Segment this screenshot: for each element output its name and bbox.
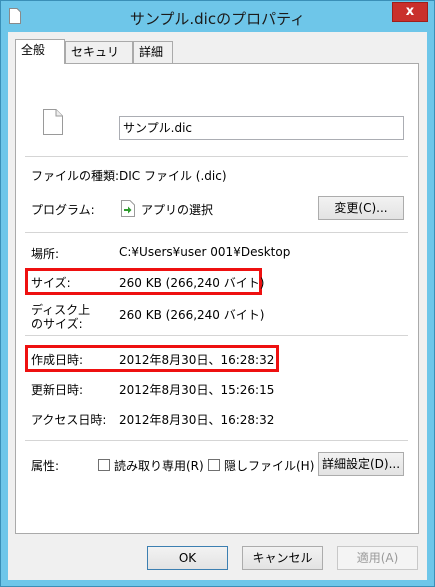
window-title: サンプル.dicのプロパティ bbox=[129, 10, 306, 28]
readonly-label[interactable]: 読み取り専用(R) bbox=[114, 457, 204, 474]
attributes-label: 属性: bbox=[31, 459, 60, 473]
general-tab-panel: サンプル.dic ファイルの種類: DIC ファイル (.dic) プログラム:… bbox=[15, 63, 419, 534]
accessed-label: アクセス日時: bbox=[31, 413, 107, 427]
tab-security[interactable]: セキュリティ bbox=[65, 41, 133, 79]
cancel-button[interactable]: キャンセル bbox=[242, 546, 323, 570]
tab-label: 詳細 bbox=[139, 45, 164, 59]
close-icon: x bbox=[405, 4, 415, 19]
location-label: 場所: bbox=[31, 247, 60, 261]
file-type-label: ファイルの種類: bbox=[31, 169, 120, 183]
created-value: 2012年8月30日、16:28:32 bbox=[119, 353, 275, 367]
modified-value: 2012年8月30日、15:26:15 bbox=[119, 383, 275, 397]
close-button[interactable]: x bbox=[392, 2, 428, 22]
separator bbox=[25, 156, 408, 157]
created-label: 作成日時: bbox=[31, 353, 84, 367]
program-label: プログラム: bbox=[31, 203, 95, 217]
disk-size-label-line2: のサイズ: bbox=[31, 317, 83, 331]
modified-label: 更新日時: bbox=[31, 383, 84, 397]
readonly-checkbox[interactable] bbox=[98, 459, 110, 471]
properties-dialog: サンプル.dicのプロパティ x 全般 セキュリティ 詳細 サンプル.dic フ… bbox=[0, 0, 435, 587]
location-value: C:¥Users¥user 001¥Desktop bbox=[119, 245, 291, 259]
change-program-button[interactable]: 変更(C)... bbox=[318, 196, 404, 220]
ok-button[interactable]: OK bbox=[147, 546, 228, 570]
program-icon bbox=[121, 200, 135, 217]
tab-general[interactable]: 全般 bbox=[15, 39, 65, 64]
dialog-body: 全般 セキュリティ 詳細 サンプル.dic ファイルの種類: DIC ファイル … bbox=[8, 32, 427, 580]
separator bbox=[25, 335, 408, 336]
separator bbox=[25, 440, 408, 441]
hidden-checkbox[interactable] bbox=[208, 459, 220, 471]
advanced-button[interactable]: 詳細設定(D)... bbox=[318, 452, 404, 476]
hidden-label[interactable]: 隠しファイル(H) bbox=[224, 457, 314, 474]
document-icon bbox=[43, 109, 63, 135]
size-value: 260 KB (266,240 バイト) bbox=[119, 276, 265, 290]
apply-button[interactable]: 適用(A) bbox=[337, 546, 418, 570]
separator bbox=[25, 232, 408, 233]
size-label: サイズ: bbox=[31, 276, 71, 290]
program-value: アプリの選択 bbox=[141, 203, 214, 217]
accessed-value: 2012年8月30日、16:28:32 bbox=[119, 413, 275, 427]
disk-size-value: 260 KB (266,240 バイト) bbox=[119, 308, 265, 322]
file-name-input[interactable]: サンプル.dic bbox=[119, 116, 404, 140]
tab-details[interactable]: 詳細 bbox=[133, 41, 173, 63]
file-type-value: DIC ファイル (.dic) bbox=[119, 169, 227, 183]
title-bar[interactable]: サンプル.dicのプロパティ x bbox=[1, 1, 434, 33]
tab-label: 全般 bbox=[21, 43, 46, 57]
